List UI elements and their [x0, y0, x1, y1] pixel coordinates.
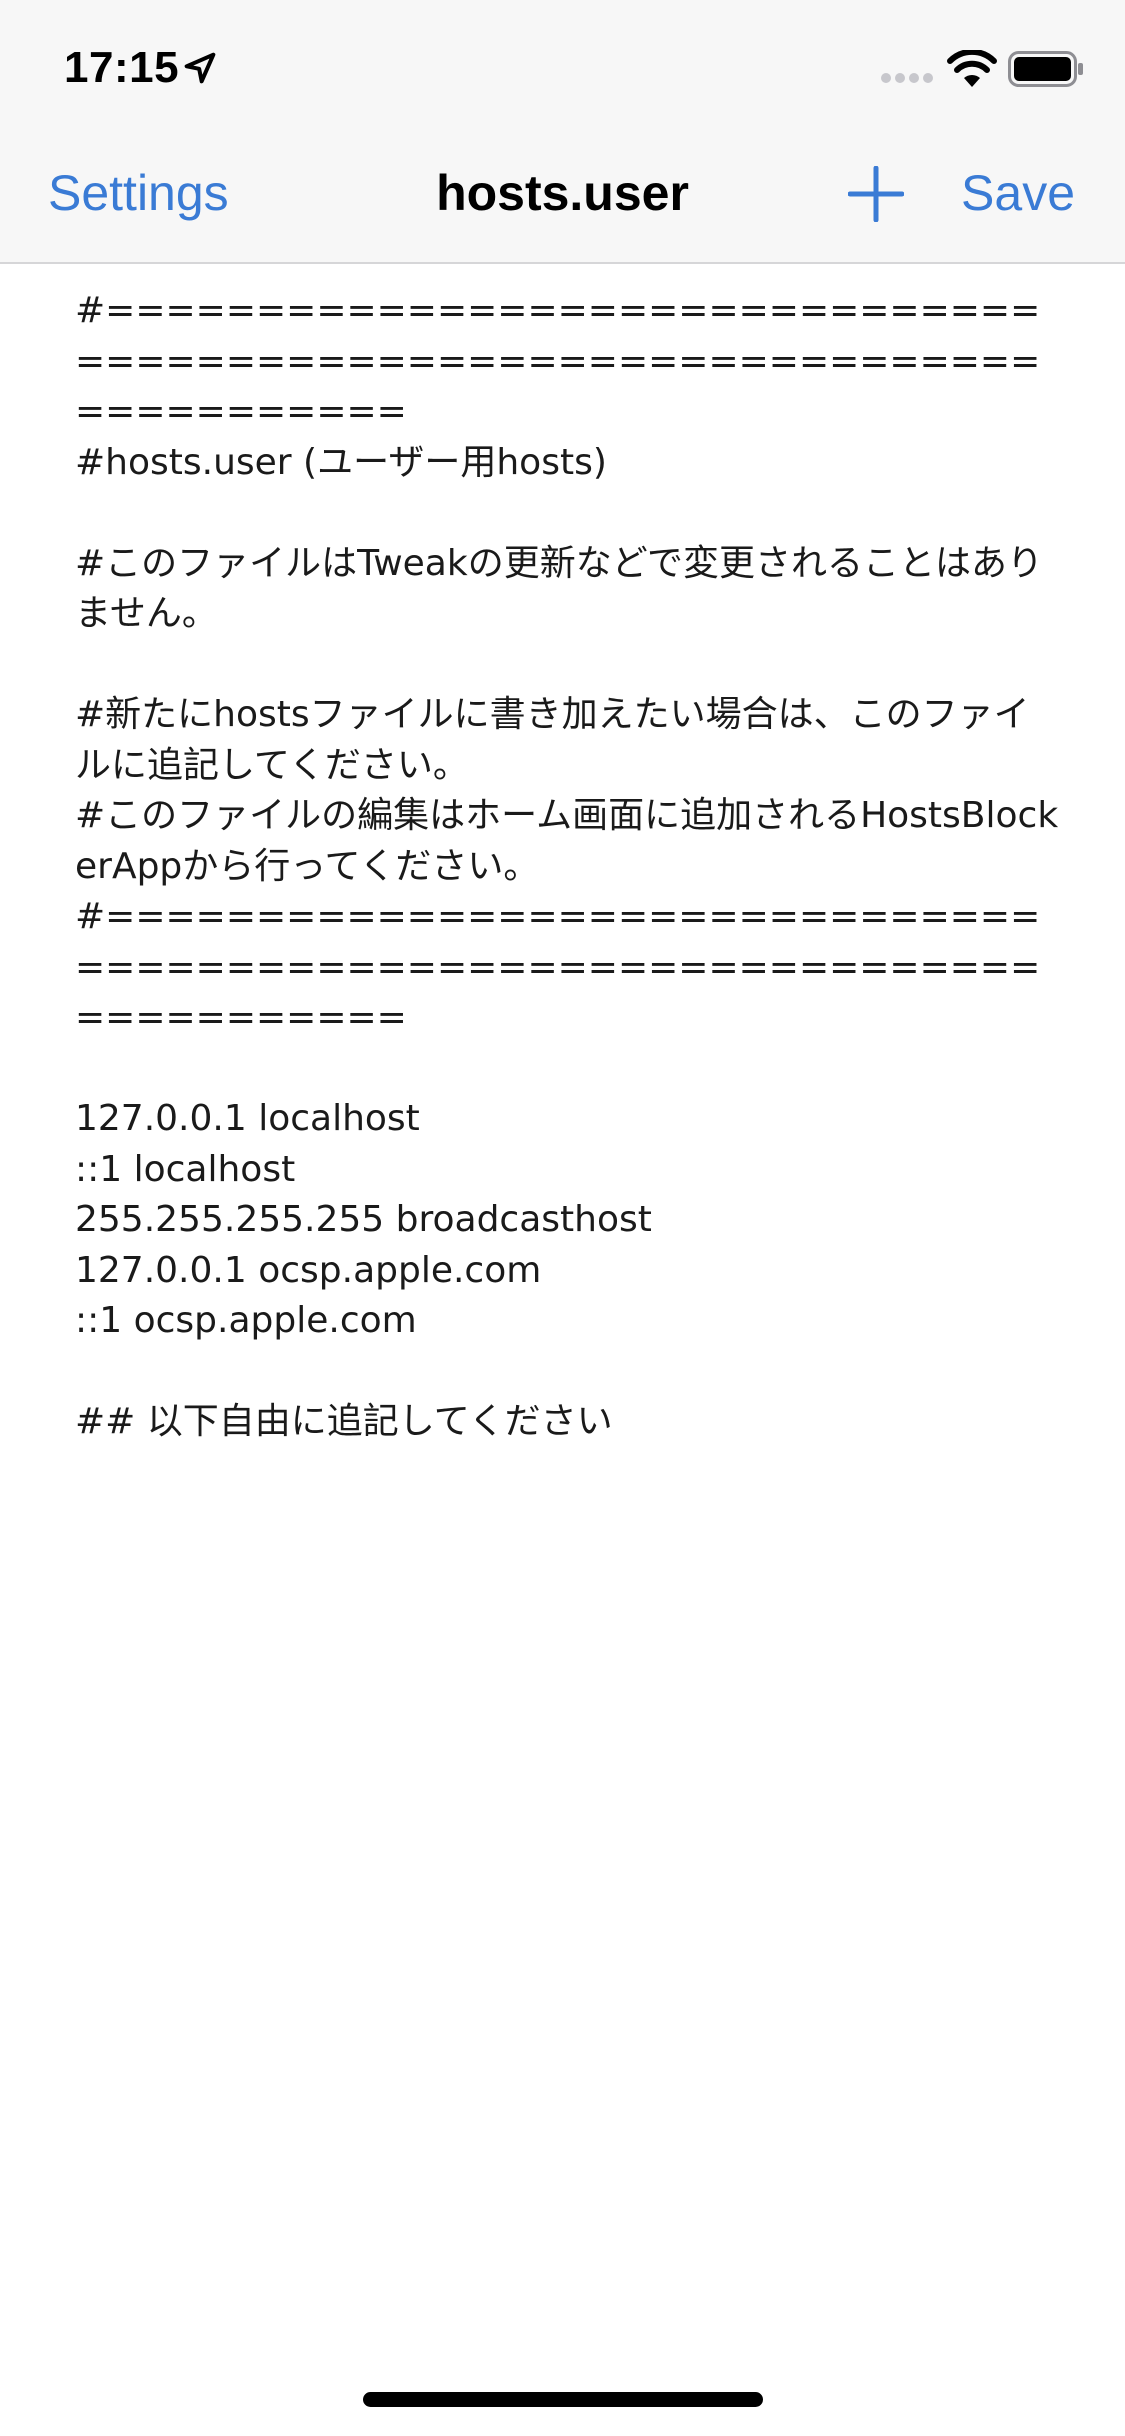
- plus-icon[interactable]: [848, 166, 904, 222]
- status-bar: 17:15: [0, 0, 1125, 132]
- settings-back-button[interactable]: Settings: [48, 162, 229, 224]
- wifi-icon: [947, 50, 997, 87]
- cellular-signal-icon: [881, 73, 933, 83]
- battery-icon: [1008, 51, 1083, 87]
- home-indicator[interactable]: [363, 2392, 763, 2407]
- navigation-bar: Settings hosts.user Save: [0, 132, 1125, 264]
- save-button[interactable]: Save: [961, 162, 1075, 224]
- hosts-text-editor[interactable]: #=======================================…: [75, 286, 1060, 2286]
- location-arrow-icon: [184, 52, 216, 84]
- status-time: 17:15: [64, 43, 180, 92]
